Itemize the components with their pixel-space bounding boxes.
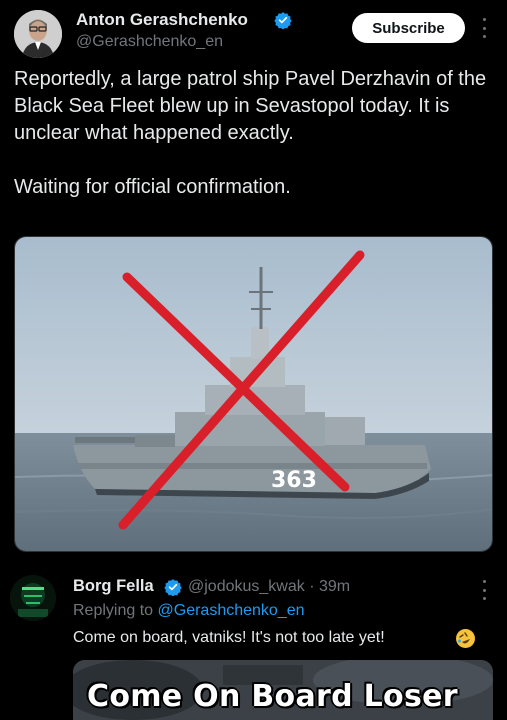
reply-meta: @jodokus_kwak · 39m: [188, 578, 350, 596]
reply-image[interactable]: Come On Board Loser: [73, 660, 493, 720]
author-avatar[interactable]: [14, 10, 62, 58]
replying-to: Replying to @Gerashchenko_en: [73, 602, 305, 620]
reply-author-handle[interactable]: @jodokus_kwak: [188, 578, 305, 595]
ship-photo-icon: 363: [15, 237, 492, 551]
reply-more-options-icon[interactable]: [479, 580, 489, 600]
more-options-icon[interactable]: [479, 18, 489, 38]
rolling-on-floor-laughing-emoji-icon: [456, 629, 475, 648]
reply-timestamp[interactable]: · 39m: [309, 578, 350, 595]
post-text-paragraph: Reportedly, a large patrol ship Pavel De…: [14, 68, 487, 144]
replying-to-label: Replying to: [73, 602, 154, 619]
verified-badge-icon: [274, 11, 292, 34]
author-handle[interactable]: @Gerashchenko_en: [76, 33, 223, 51]
post-text-paragraph: Waiting for official confirmation.: [14, 176, 291, 198]
post-text: Reportedly, a large patrol ship Pavel De…: [14, 66, 499, 201]
post-image[interactable]: 363: [14, 236, 493, 552]
reply-text: Come on board, vatniks! It's not too lat…: [73, 629, 385, 646]
verified-badge-icon: [164, 578, 182, 601]
replying-to-link[interactable]: @Gerashchenko_en: [158, 602, 305, 619]
reply-avatar[interactable]: [10, 575, 56, 621]
hull-number-text: 363: [271, 468, 317, 493]
author-name[interactable]: Anton Gerashchenko: [76, 10, 248, 30]
subscribe-button[interactable]: Subscribe: [352, 13, 465, 43]
reply-author-name[interactable]: Borg Fella: [73, 577, 154, 596]
